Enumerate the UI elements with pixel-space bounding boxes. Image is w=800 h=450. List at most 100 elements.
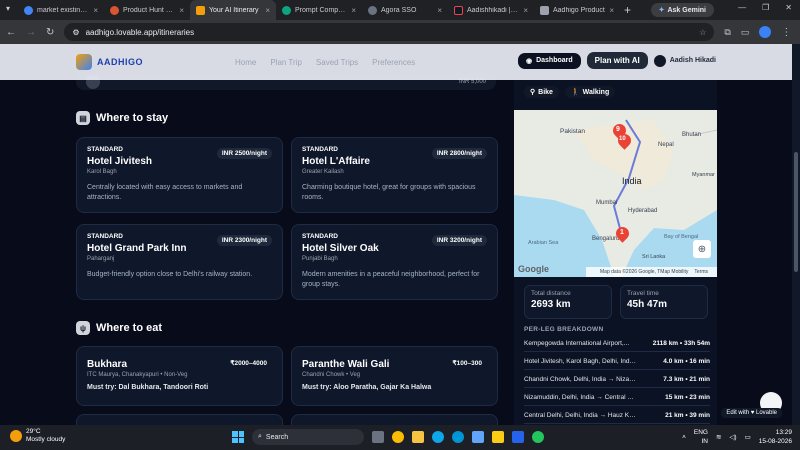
extensions-icon[interactable]: ⧉ — [724, 27, 730, 38]
main-nav: Home Plan Trip Saved Trips Preferences — [235, 58, 415, 67]
browser-tab[interactable]: Aadhigo Product × — [534, 0, 620, 20]
price-range: ₹2000–4000 — [230, 360, 267, 367]
app-header: AADHIGO Home Plan Trip Saved Trips Prefe… — [0, 44, 792, 80]
profile-avatar[interactable] — [759, 26, 772, 38]
language-indicator[interactable]: ENG IN — [694, 428, 708, 446]
map-label: Bay of Bengal — [664, 234, 699, 240]
hotel-card[interactable]: STANDARD Hotel Silver Oak Punjabi Bagh M… — [291, 224, 498, 300]
site-info-icon[interactable]: ⚙ — [72, 28, 79, 37]
restaurant-meta: Chandni Chowk • Veg — [302, 372, 361, 378]
map-label: Pakistan — [560, 128, 585, 135]
chrome-icon[interactable] — [392, 431, 404, 443]
wifi-icon[interactable]: ≋ — [716, 433, 721, 441]
close-icon[interactable]: × — [523, 6, 528, 15]
clock[interactable]: 13:29 15-08-2026 — [759, 428, 792, 446]
taskbar-search[interactable]: ⌕ Search — [252, 429, 364, 445]
tab-search-icon[interactable]: ▾ — [6, 4, 10, 13]
restaurant-card[interactable]: Bukhara ITC Maurya, Chanakyapuri • Non-V… — [76, 346, 283, 406]
bike-icon: ⚲ — [530, 89, 536, 96]
must-try: Must try: Aloo Paratha, Gajar Ka Halwa — [302, 384, 432, 391]
plan-with-ai-button[interactable]: Plan with AI — [586, 52, 648, 69]
doc-icon — [540, 5, 549, 15]
hotel-description: Modern amenities in a peaceful neighborh… — [302, 271, 480, 288]
chevron-up-icon[interactable]: ˄ — [682, 434, 686, 441]
photos-icon[interactable] — [472, 431, 484, 443]
minimize-icon[interactable]: — — [738, 3, 746, 12]
route-map[interactable]: Pakistan Nepal Bhutan India Mumbai Hyder… — [514, 110, 717, 277]
window-controls: — ❐ ✕ — [738, 3, 792, 12]
forward-icon[interactable]: → — [26, 27, 36, 38]
dashboard-button[interactable]: ◉ Dashboard — [517, 52, 581, 69]
nav-home[interactable]: Home — [235, 58, 256, 67]
sticky-notes-icon[interactable] — [492, 431, 504, 443]
travel-modes: ⚲ Bike 🚶 Walking — [524, 86, 616, 98]
edge-icon[interactable] — [432, 431, 444, 443]
leg-row: Nizamuddin, Delhi, India → Central Delh.… — [524, 390, 710, 406]
reload-icon[interactable]: ↻ — [46, 27, 54, 38]
where-to-eat-heading: ψ Where to eat — [76, 321, 162, 335]
menu-icon[interactable]: ⋮ — [781, 27, 791, 38]
nav-saved-trips[interactable]: Saved Trips — [316, 58, 358, 67]
scrollbar[interactable] — [792, 44, 800, 425]
restaurant-card[interactable] — [76, 414, 283, 425]
browser-tab[interactable]: Aadishhikadi | Bu × — [448, 0, 534, 20]
browser-tab-active[interactable]: Your AI Itinerary × — [190, 0, 276, 20]
where-to-stay-heading: ▤ Where to stay — [76, 111, 168, 125]
task-view-icon[interactable] — [372, 431, 384, 443]
map-attribution: Map data ©2026 Google, TMap Mobility Term… — [586, 267, 717, 277]
restaurant-icon: ψ — [76, 321, 90, 335]
map-label: Bengaluru — [592, 236, 620, 242]
sidebar-icon[interactable]: ▭ — [741, 27, 750, 38]
restaurant-meta: ITC Maurya, Chanakyapuri • Non-Veg — [87, 372, 188, 378]
user-menu[interactable]: Aadish Hikadi — [653, 54, 716, 67]
map-label: Nepal — [658, 142, 674, 148]
close-icon[interactable]: × — [351, 6, 356, 15]
close-icon[interactable]: × — [93, 6, 98, 15]
volume-icon[interactable]: ◁) — [729, 433, 736, 441]
map-label: Sri Lanka — [642, 254, 666, 260]
restaurant-card[interactable]: Paranthe Wali Gali Chandni Chowk • Veg M… — [291, 346, 498, 406]
nav-plan-trip[interactable]: Plan Trip — [270, 58, 302, 67]
browser-tab-strip: ▾ market existing w × Product Hunt – Th × … — [0, 0, 800, 20]
edit-with-lovable-badge[interactable]: Edit with ♥ Lovable — [721, 408, 782, 418]
browser-tab[interactable]: Prompt Compress × — [276, 0, 362, 20]
close-icon[interactable]: × — [179, 6, 184, 15]
close-window-icon[interactable]: ✕ — [785, 3, 792, 12]
map-label: Bhutan — [682, 132, 702, 138]
restaurant-card[interactable] — [291, 414, 498, 425]
url-field[interactable]: ⚙ aadhigo.lovable.app/itineraries ☆ — [64, 23, 715, 41]
nav-preferences[interactable]: Preferences — [372, 58, 415, 67]
mode-walking[interactable]: 🚶 Walking — [564, 86, 616, 98]
new-tab-button[interactable]: + — [624, 3, 631, 17]
dashboard-icon: ◉ — [525, 57, 533, 65]
hotel-card[interactable]: STANDARD Hotel Jivitesh Karol Bagh Centr… — [76, 137, 283, 213]
mode-bike[interactable]: ⚲ Bike — [524, 86, 559, 98]
scrollbar-thumb[interactable] — [794, 152, 798, 272]
bookmark-star-icon[interactable]: ☆ — [699, 28, 706, 37]
brand[interactable]: AADHIGO — [76, 54, 143, 70]
battery-icon[interactable]: ▭ — [745, 433, 751, 441]
whatsapp-icon[interactable] — [532, 431, 544, 443]
hotel-card[interactable]: STANDARD Hotel Grand Park Inn Paharganj … — [76, 224, 283, 300]
browser-tab[interactable]: Agora SSO × — [362, 0, 448, 20]
ask-gemini-button[interactable]: ✦ Ask Gemini — [650, 3, 714, 17]
per-leg-heading: PER-LEG BREAKDOWN — [524, 326, 604, 333]
weather-widget[interactable]: 29°C Mostly cloudy — [10, 428, 65, 444]
back-icon[interactable]: ← — [6, 27, 16, 38]
maximize-icon[interactable]: ❐ — [762, 3, 769, 12]
must-try: Must try: Dal Bukhara, Tandoori Roti — [87, 384, 209, 391]
file-explorer-icon[interactable] — [412, 431, 424, 443]
outlook-icon[interactable] — [512, 431, 524, 443]
address-bar-row: ← → ↻ ⚙ aadhigo.lovable.app/itineraries … — [0, 20, 800, 44]
weather-icon — [10, 430, 22, 442]
hotel-card[interactable]: STANDARD Hotel L'Affaire Greater Kailash… — [291, 137, 498, 213]
recenter-button[interactable]: ⊕ — [693, 240, 711, 258]
browser-tab[interactable]: market existing w × — [18, 0, 104, 20]
start-button[interactable] — [232, 431, 244, 443]
close-icon[interactable]: × — [265, 6, 270, 15]
close-icon[interactable]: × — [437, 6, 442, 15]
browser-tab[interactable]: Product Hunt – Th × — [104, 0, 190, 20]
map-label: Arabian Sea — [528, 240, 559, 246]
hp-icon[interactable] — [452, 431, 464, 443]
close-icon[interactable]: × — [609, 6, 614, 15]
